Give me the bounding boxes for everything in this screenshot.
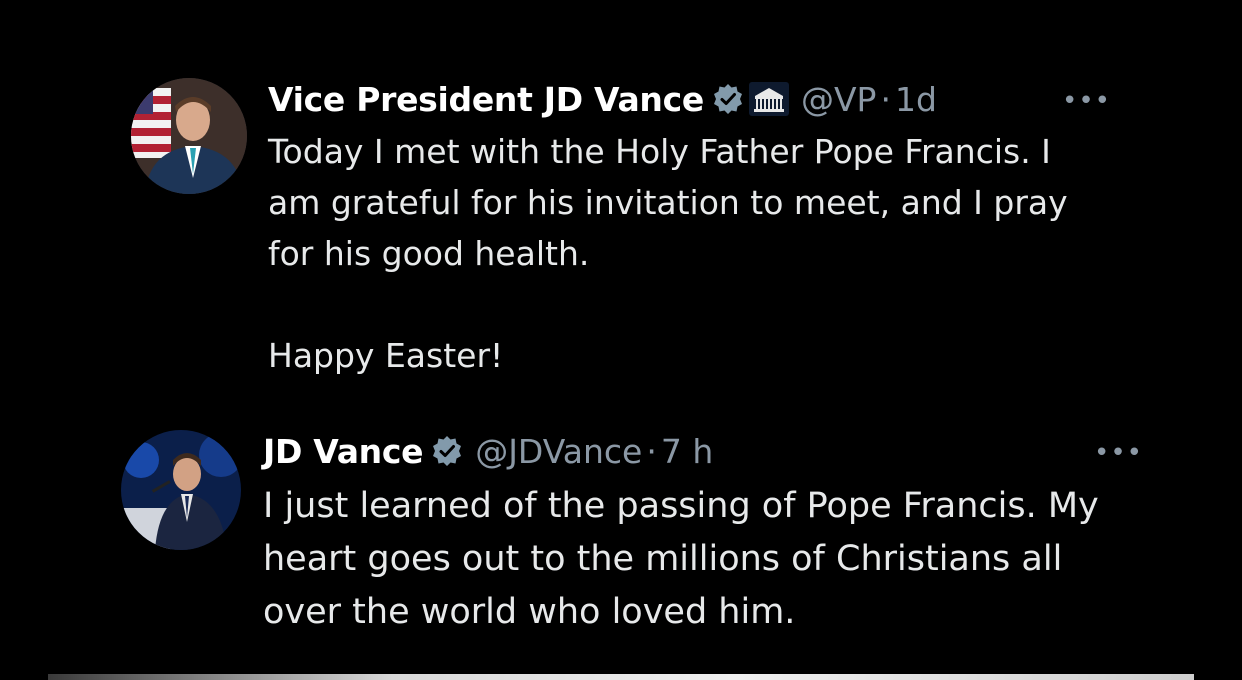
timestamp[interactable]: 1d (895, 80, 937, 119)
tweet-text: I just learned of the passing of Pope Fr… (263, 480, 1143, 639)
verified-badge-icon (431, 435, 463, 467)
tweet-paragraph: Today I met with the Holy Father Pope Fr… (268, 132, 1068, 273)
screen: Vice President JD Vance @VP · 1d Today I… (0, 0, 1242, 680)
handle[interactable]: @JDVance (475, 432, 642, 471)
more-options-icon[interactable]: ••• (1062, 86, 1111, 116)
timestamp[interactable]: 7 h (661, 432, 713, 471)
avatar[interactable] (131, 78, 247, 194)
tweet-content: Vice President JD Vance @VP · 1d Today I… (268, 78, 1108, 381)
bottom-edge (48, 674, 1194, 680)
tweet-paragraph: Happy Easter! (268, 336, 504, 375)
right-border (1194, 0, 1242, 680)
white-house-icon[interactable] (748, 82, 789, 116)
tweet-text: Today I met with the Holy Father Pope Fr… (268, 126, 1108, 381)
avatar-photo (121, 430, 241, 550)
separator: · (646, 431, 657, 471)
tweet-paragraph: I just learned of the passing of Pope Fr… (263, 486, 1099, 632)
handle[interactable]: @VP (801, 80, 876, 119)
more-options-icon[interactable]: ••• (1094, 438, 1143, 468)
left-border (0, 0, 48, 680)
verified-badge-icon (712, 83, 744, 115)
tweet-header: JD Vance @JDVance · 7 h (263, 430, 1143, 472)
separator: · (880, 79, 891, 119)
display-name[interactable]: Vice President JD Vance (268, 80, 704, 119)
display-name[interactable]: JD Vance (263, 432, 424, 471)
avatar[interactable] (121, 430, 241, 550)
tweet-content: JD Vance @JDVance · 7 h I just learned o… (263, 430, 1143, 639)
avatar-photo (131, 78, 247, 194)
tweet-header: Vice President JD Vance @VP · 1d (268, 78, 1108, 120)
